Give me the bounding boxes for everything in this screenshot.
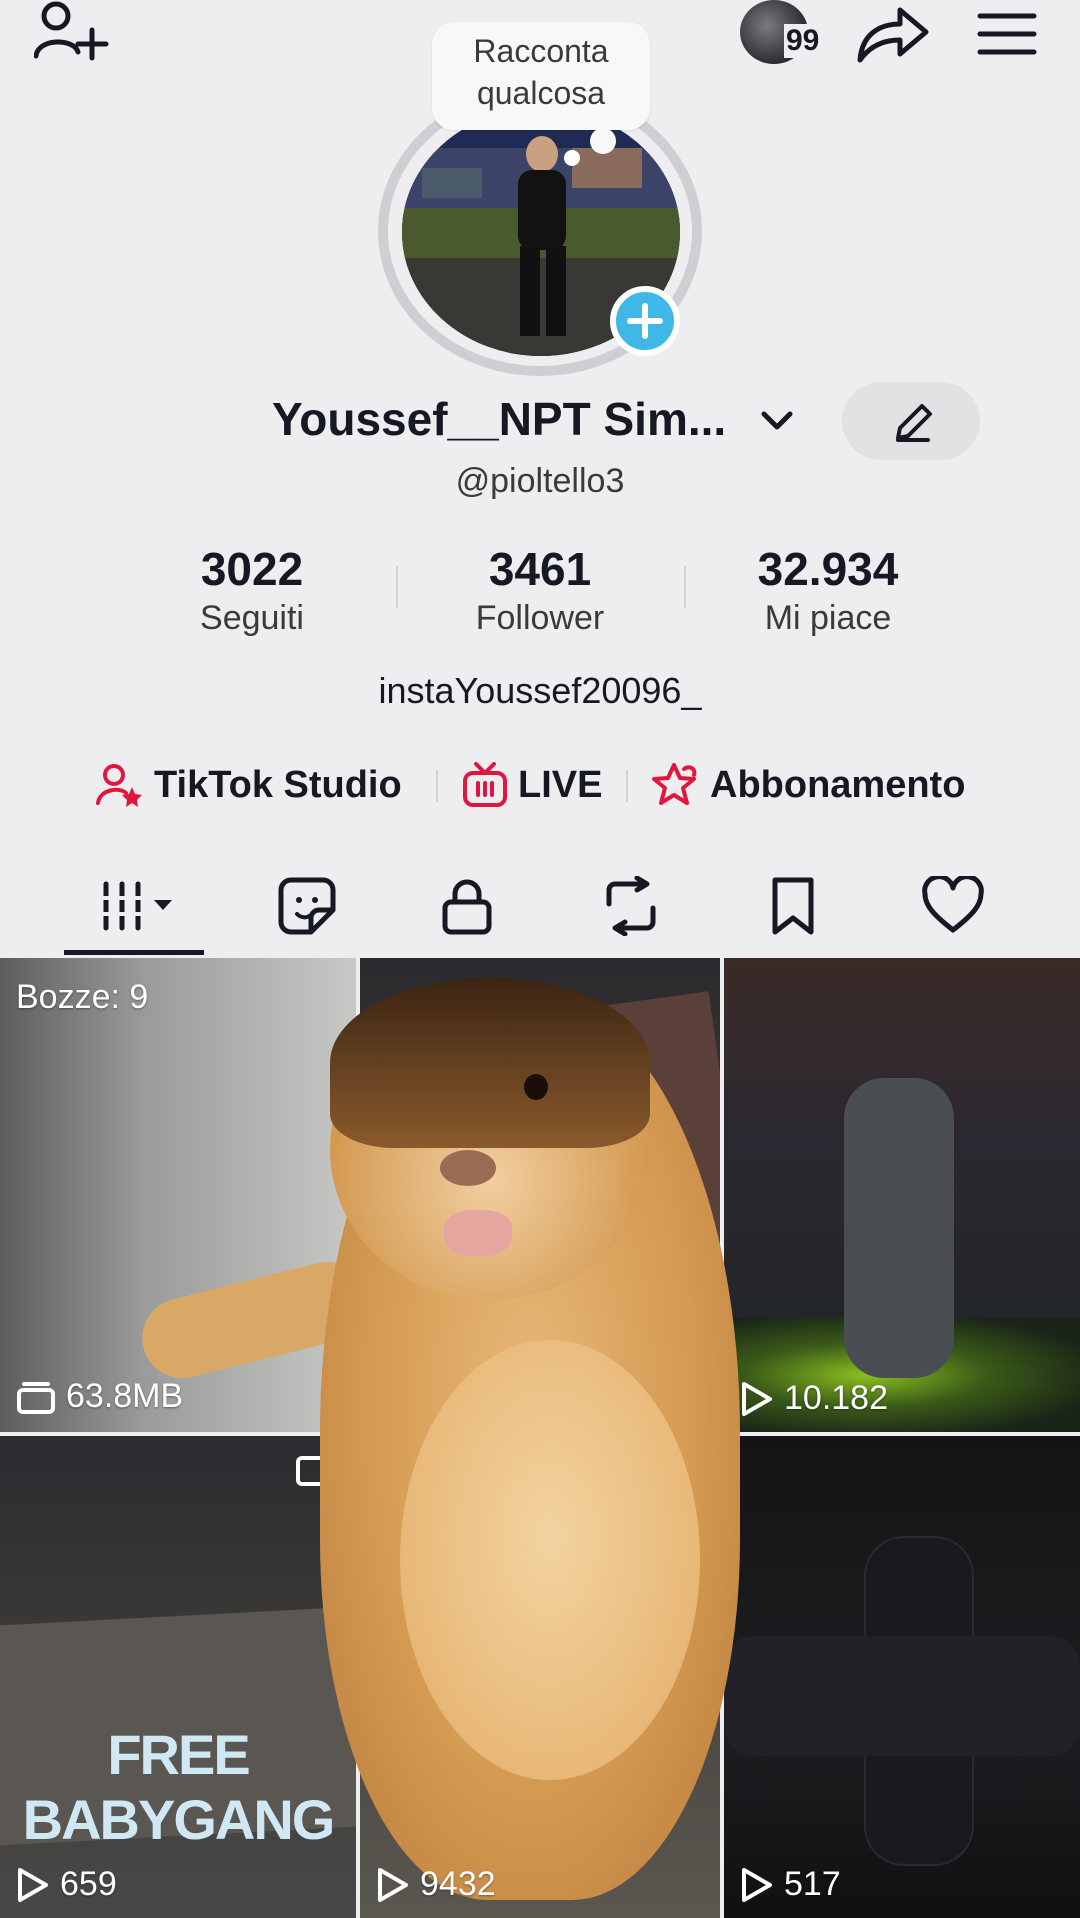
guinea-pig-mouth [444,1210,512,1256]
video-tile[interactable]: FREE BABYGANG 659 [0,1436,356,1918]
stat-label: Seguiti [200,599,304,637]
tab-videos[interactable] [68,866,198,946]
stat-followers[interactable]: 3461 Follower [410,540,670,638]
drafts-label: Bozze: 9 [16,978,149,1016]
account-switch-chevron[interactable] [758,406,796,436]
guinea-pig-nose [440,1150,496,1186]
guinea-pig-wig [330,978,650,1148]
story-prompt-text: Racconta qualcosa [473,33,609,111]
tab-active-indicator [64,950,204,955]
hamburger-menu-icon [977,13,1037,55]
guinea-pig-belly [400,1340,700,1780]
link-label: Abbonamento [710,763,966,806]
play-icon [742,1381,772,1416]
guinea-pig-eye [524,1074,548,1100]
divider [626,770,628,802]
live-link[interactable]: LIVE [462,760,602,810]
video-tile[interactable]: 517 [724,1436,1080,1918]
divider [396,566,398,608]
menu-button[interactable] [976,4,1038,60]
profile-bio: instaYoussef20096_ [378,670,702,711]
view-count-text: 659 [60,1865,117,1903]
play-icon [18,1867,48,1902]
link-label: TikTok Studio [154,763,402,806]
tab-reposts[interactable] [566,866,696,946]
tab-saved[interactable] [728,866,858,946]
tab-stickers[interactable] [242,866,372,946]
add-story-button[interactable] [610,286,680,356]
grid-videos-icon [102,881,172,931]
tiktok-studio-link[interactable]: TikTok Studio [96,760,402,810]
add-person-icon [34,1,109,61]
play-icon [378,1867,408,1902]
heart-icon [922,876,984,933]
share-arrow-icon [857,7,929,63]
subscription-link[interactable]: Abbonamento [650,760,965,810]
subscription-star-icon [652,763,697,805]
view-count: 10.182 [740,1379,888,1418]
play-icon [742,1867,772,1902]
dancer [844,1078,954,1378]
username-handle: @pioltello3 [455,462,625,500]
bubble-tail-small [564,150,580,166]
stat-likes[interactable]: 32.934 Mi piace [698,540,958,638]
stat-label: Follower [475,599,605,637]
stat-following[interactable]: 3022 Seguiti [122,540,382,638]
repost-icon [606,876,656,936]
stat-value: 3022 [200,543,304,595]
inbox-avatar-button[interactable]: 99 [740,0,840,70]
video-tile[interactable]: 10.182 [724,958,1080,1432]
banner-text: FREE BABYGANG [22,1723,336,1851]
plus-icon [627,303,663,339]
view-count-text: 9432 [420,1865,496,1903]
draft-size-text: 63.8MB [66,1377,184,1415]
add-friend-button[interactable] [34,0,114,70]
notification-count-badge: 99 [784,24,822,58]
view-count-text: 10.182 [784,1379,888,1417]
link-label: LIVE [518,763,603,806]
sticker-icon [278,877,336,935]
lock-icon [442,879,492,935]
display-name[interactable]: Youssef__NPT Sim... [272,392,726,446]
bubble-tail-large [590,128,616,154]
view-count: 9432 [376,1865,496,1904]
divider [436,770,438,802]
tab-liked[interactable] [888,866,1018,946]
stat-label: Mi piace [764,599,892,637]
pencil-icon [896,404,932,442]
divider [684,566,686,608]
story-prompt-bubble[interactable]: Racconta qualcosa [432,22,650,130]
stack-icon [17,1381,55,1414]
live-tv-icon [463,762,507,807]
stat-value: 3461 [488,543,592,595]
bookmark-icon [772,877,814,935]
car-shape [724,1636,1080,1756]
edit-profile-button[interactable] [842,382,980,460]
creator-studio-icon [96,764,142,807]
tab-private[interactable] [402,866,532,946]
chevron-down-icon [761,411,793,430]
view-count: 659 [16,1865,117,1904]
draft-size: 63.8MB [16,1377,183,1416]
view-count-text: 517 [784,1865,841,1903]
share-profile-button[interactable] [854,0,934,66]
stat-value: 32.934 [757,543,899,595]
view-count: 517 [740,1865,841,1904]
